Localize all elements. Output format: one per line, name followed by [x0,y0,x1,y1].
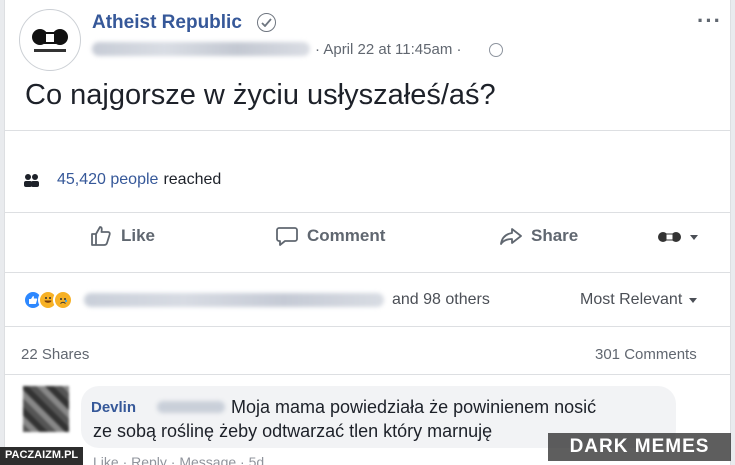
comment-button[interactable]: Comment [275,224,385,248]
comment-label: Comment [307,226,386,245]
action-bar: Like Comment Share [5,224,730,262]
blurred-author [92,42,310,56]
blurred-surname [157,401,225,413]
sort-label: Most Relevant [580,291,683,308]
comment-text-line1: Moja mama powiedziała że powinienem nosi… [231,397,597,417]
post-meta: · April 22 at 11:45am · [315,41,461,58]
verified-icon [257,13,276,32]
like-label: Like [121,226,156,245]
comment-icon [276,227,298,246]
more-options-icon[interactable]: ··· [697,8,722,34]
comments-count[interactable]: 301 Comments [595,346,697,363]
separator-dot: · [456,41,462,58]
page-name-link[interactable]: Atheist Republic [92,12,242,34]
divider [5,272,730,273]
reactions-summary[interactable]: and 98 others [23,290,490,310]
commenter-name[interactable]: Devlin [91,399,136,416]
watermark-right: DARK MEMES [548,433,731,461]
sad-icon [53,290,73,310]
page-avatar[interactable] [19,9,81,71]
post-text: Co najgorsze w życiu usłyszałeś/aś? [25,79,496,111]
atheist-republic-logo-icon [32,29,68,52]
watermark-left: PACZAIZM.PL [0,447,84,465]
reach-count[interactable]: 45,420 people [57,171,158,189]
thumbs-up-icon [91,226,111,246]
divider [5,374,730,375]
share-icon [500,228,522,245]
divider [5,212,730,213]
sort-dropdown[interactable]: Most Relevant [580,291,698,309]
others-count[interactable]: and 98 others [392,291,490,309]
commenter-avatar[interactable] [23,386,69,432]
share-button[interactable]: Share [499,224,578,248]
comment-text-line2: ze sobą roślinę żeby odtwarzać tlen któr… [93,421,493,441]
chevron-down-icon [689,297,698,303]
divider [5,326,730,327]
post-card: Atheist Republic ··· · April 22 at 11:45… [4,0,731,465]
page-logo-icon [658,232,681,242]
separator-dot: · [315,41,320,58]
reach-stats: 45,420 people reached [23,171,221,189]
post-timestamp[interactable]: April 22 at 11:45am [323,41,452,58]
share-label: Share [531,226,579,245]
like-button[interactable]: Like [89,224,155,248]
blurred-liker-names [84,293,384,307]
shares-count[interactable]: 22 Shares [21,346,89,363]
globe-icon [489,43,503,57]
divider [5,130,730,131]
chevron-down-icon [690,234,698,240]
reach-label: reached [163,171,222,188]
post-as-selector[interactable] [657,230,698,244]
comment-actions[interactable]: Like · Reply · Message · 5d [93,454,264,465]
people-icon [24,174,39,187]
